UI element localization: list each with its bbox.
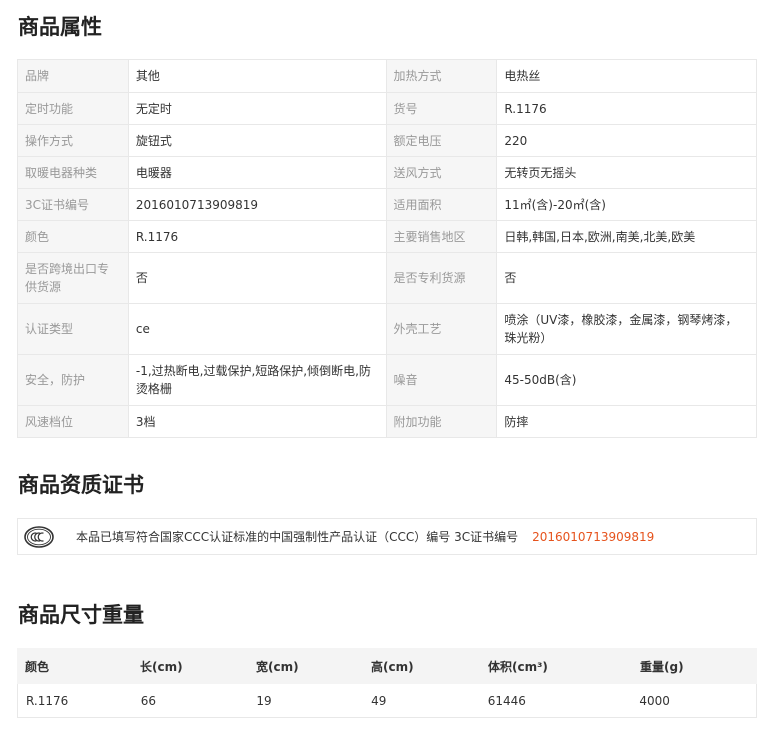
attr-label: 安全，防护 xyxy=(18,355,129,405)
attr-row: 3C证书编号 2016010713909819 适用面积 11㎡(含)-20㎡(… xyxy=(18,188,756,220)
attr-label: 是否专利货源 xyxy=(386,253,498,303)
attr-label: 风速档位 xyxy=(18,406,129,437)
dimensions-cell-height: 49 xyxy=(371,693,387,708)
attr-label: 货号 xyxy=(386,93,498,124)
attr-row: 操作方式 旋钮式 额定电压 220 xyxy=(18,124,756,156)
dimensions-header-volume: 体积(cm³) xyxy=(488,659,548,674)
dimensions-cell-volume: 61446 xyxy=(487,693,526,708)
attr-value: 日韩,韩国,日本,欧洲,南美,北美,欧美 xyxy=(504,229,696,244)
table-row: R.1176 66 19 49 61446 4000 xyxy=(17,684,757,718)
attr-label: 送风方式 xyxy=(386,157,498,188)
certificate-text: 本品已填写符合国家CCC认证标准的中国强制性产品认证（CCC）编号 3C证书编号 xyxy=(76,530,519,544)
attr-value: 无定时 xyxy=(129,93,387,124)
dimensions-header-weight: 重量(g) xyxy=(640,659,684,674)
attr-label: 品牌 xyxy=(18,60,129,92)
attr-value: -1,过热断电,过载保护,短路保护,倾倒断电,防烫格栅 xyxy=(129,355,387,405)
attr-value: 否 xyxy=(129,253,387,303)
dimensions-cell-width: 19 xyxy=(256,693,272,708)
attr-row: 取暖电器种类 电暖器 送风方式 无转页无摇头 xyxy=(18,156,756,188)
attr-value: R.1176 xyxy=(504,101,547,116)
attr-value: 45-50dB(含) xyxy=(504,373,577,387)
attr-value: 否 xyxy=(504,271,517,285)
attr-row: 安全，防护 -1,过热断电,过载保护,短路保护,倾倒断电,防烫格栅 噪音 45-… xyxy=(18,354,756,405)
dimensions-header-height: 高(cm) xyxy=(371,659,414,674)
attr-value: 电热丝 xyxy=(504,69,541,83)
attr-value: 喷涂（UV漆，橡胶漆，金属漆，钢琴烤漆，珠光粉） xyxy=(504,313,738,345)
attr-value: 3档 xyxy=(129,406,387,437)
attr-row: 是否跨境出口专供货源 否 是否专利货源 否 xyxy=(18,252,756,303)
attr-label: 额定电压 xyxy=(386,125,498,156)
dimensions-cell-color: R.1176 xyxy=(26,693,69,708)
attr-value: 2016010713909819 xyxy=(129,189,387,220)
attr-label: 取暖电器种类 xyxy=(18,157,129,188)
attributes-title: 商品属性 xyxy=(18,15,102,39)
attr-label: 噪音 xyxy=(386,355,498,405)
attr-value: 其他 xyxy=(129,60,387,92)
attr-value: 电暖器 xyxy=(129,157,387,188)
dimensions-cell-length: 66 xyxy=(140,693,156,708)
attr-label: 3C证书编号 xyxy=(18,189,129,220)
attr-value: 11㎡(含)-20㎡(含) xyxy=(504,197,606,212)
dimensions-table: 颜色 长(cm) 宽(cm) 高(cm) 体积(cm³) 重量(g) R.117… xyxy=(17,648,757,718)
dimensions-header-width: 宽(cm) xyxy=(256,659,299,674)
attr-row: 认证类型 ce 外壳工艺 喷涂（UV漆，橡胶漆，金属漆，钢琴烤漆，珠光粉） xyxy=(18,303,756,354)
dimensions-header-length: 长(cm) xyxy=(140,659,183,674)
attr-label: 是否跨境出口专供货源 xyxy=(18,253,129,303)
certificate-number: 2016010713909819 xyxy=(532,529,655,544)
attr-value: 旋钮式 xyxy=(129,125,387,156)
attr-label: 认证类型 xyxy=(18,304,129,354)
attr-label: 操作方式 xyxy=(18,125,129,156)
attr-row: 定时功能 无定时 货号 R.1176 xyxy=(18,92,756,124)
dimensions-header-row: 颜色 长(cm) 宽(cm) 高(cm) 体积(cm³) 重量(g) xyxy=(17,648,757,684)
attr-value: ce xyxy=(129,304,387,354)
attributes-table: 品牌 其他 加热方式 电热丝 定时功能 无定时 货号 R.1176 操作方式 旋… xyxy=(17,59,757,438)
attr-label: 定时功能 xyxy=(18,93,129,124)
attr-row: 品牌 其他 加热方式 电热丝 xyxy=(18,60,756,92)
ccc-logo-icon xyxy=(24,525,54,548)
attr-label: 颜色 xyxy=(18,221,129,252)
attr-value: 防摔 xyxy=(504,414,529,429)
dimensions-cell-weight: 4000 xyxy=(639,693,670,708)
attr-label: 外壳工艺 xyxy=(386,304,498,354)
dimensions-header-color: 颜色 xyxy=(25,659,50,674)
attr-value: 无转页无摇头 xyxy=(504,165,577,180)
attr-label: 加热方式 xyxy=(386,60,498,92)
dimensions-title: 商品尺寸重量 xyxy=(18,603,144,627)
attr-value: R.1176 xyxy=(129,221,387,252)
attr-label: 主要销售地区 xyxy=(386,221,498,252)
attr-row: 风速档位 3档 附加功能 防摔 xyxy=(18,405,756,437)
attr-row: 颜色 R.1176 主要销售地区 日韩,韩国,日本,欧洲,南美,北美,欧美 xyxy=(18,220,756,252)
attr-label: 适用面积 xyxy=(386,189,498,220)
attr-label: 附加功能 xyxy=(386,406,498,437)
attr-value: 220 xyxy=(504,133,528,148)
certificate-box: 本品已填写符合国家CCC认证标准的中国强制性产品认证（CCC）编号 3C证书编号… xyxy=(17,518,757,555)
certificate-title: 商品资质证书 xyxy=(18,473,144,497)
